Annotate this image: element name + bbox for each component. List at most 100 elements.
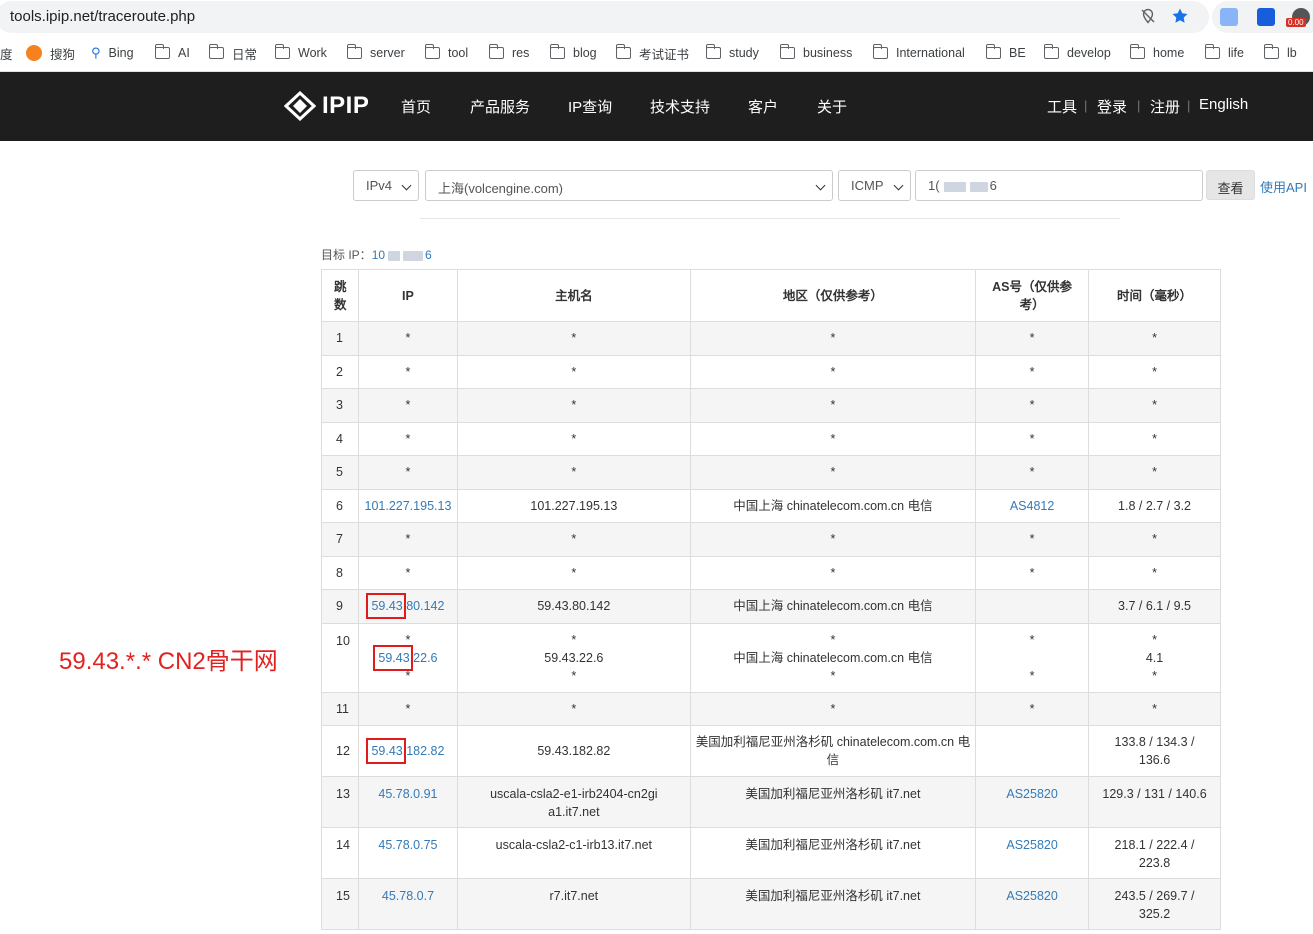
nav-customers[interactable]: 客户 [748, 96, 778, 117]
ip-cell: 45.78.0.91 [357, 776, 458, 828]
ip-link[interactable]: 59.43.80.142 [366, 593, 444, 620]
url-text[interactable]: tools.ipip.net/traceroute.php [10, 8, 195, 25]
bookmark-item[interactable]: develop [1043, 44, 1111, 62]
bookmark-item[interactable]: 日常 [208, 44, 257, 62]
table-row: 4 * * * * * [321, 421, 1221, 456]
bookmark-item[interactable]: business [779, 44, 852, 62]
bookmark-item[interactable]: lb [1263, 44, 1297, 62]
nav-support[interactable]: 技术支持 [650, 96, 710, 117]
bookmark-item[interactable]: 搜狗 [26, 44, 75, 62]
nav-separator: | [1084, 98, 1088, 113]
use-api-link[interactable]: 使用API [1260, 177, 1307, 196]
ip-link[interactable]: 45.78.0.7 [382, 889, 434, 903]
highlight-box: 59.43 [366, 593, 407, 620]
col-region: 地区（仅供参考） [689, 269, 977, 322]
bookmark-item[interactable]: home [1129, 44, 1184, 62]
bookmark-label: AI [178, 46, 190, 60]
ip-link[interactable]: 45.78.0.91 [378, 787, 437, 801]
as-line: * [1029, 632, 1035, 647]
node-select[interactable]: 上海(volcengine.com) [425, 170, 833, 201]
nav-ip-lookup[interactable]: IP查询 [568, 96, 612, 117]
bookmark-item[interactable]: res [488, 44, 529, 62]
ip-link[interactable]: 45.78.0.75 [378, 838, 437, 852]
traceroute-table: 跳数 IP 主机名 地区（仅供参考） AS号（仅供参考） 时间（毫秒） 1 * * *… [321, 269, 1221, 930]
ip-link[interactable]: 59.43.182.82 [366, 738, 444, 764]
col-as: AS号（仅供参考） [975, 269, 1090, 322]
as-link[interactable]: AS25820 [1006, 889, 1057, 903]
ext-badge-icon[interactable]: 0.00 [1286, 8, 1310, 27]
time-cell: * [1088, 455, 1221, 490]
bookmark-item[interactable]: server [346, 44, 405, 62]
nav-home[interactable]: 首页 [401, 96, 431, 117]
ip-version-select[interactable]: IPv4 [353, 170, 419, 201]
col-as-label: AS号（仅供参考） [992, 279, 1073, 312]
ip-link[interactable]: 59.43.22.6 [373, 644, 438, 671]
as-cell: * [975, 421, 1090, 456]
bookmark-item[interactable]: Work [274, 44, 327, 62]
bookmark-item[interactable]: BE [985, 44, 1026, 62]
as-cell [975, 589, 1090, 624]
location-off-icon[interactable] [1138, 6, 1158, 26]
hop-cell: 4 [321, 421, 359, 456]
region-line: * [830, 632, 836, 647]
ip-rest: .22.6 [409, 650, 438, 665]
bookmark-item[interactable]: study [705, 44, 759, 62]
as-link[interactable]: AS4812 [1010, 499, 1054, 513]
region-cell: 美国加利福尼亚州洛杉矶 it7.net [689, 878, 977, 930]
view-button[interactable]: 查看 [1206, 170, 1255, 200]
bitwarden-extension-icon[interactable] [1257, 8, 1275, 26]
bookmark-item[interactable]: life [1204, 44, 1244, 62]
region-cell: 美国加利福尼亚州洛杉矶 it7.net [689, 827, 977, 879]
region-cell: 中国上海 chinatelecom.com.cn 电信 [689, 488, 977, 523]
time-line: * [1152, 668, 1157, 683]
bookmark-item[interactable]: 考试证书 [615, 44, 689, 62]
time-value: 218.1 / 222.4 / 223.8 [1114, 838, 1195, 870]
bookmark-item[interactable]: International [872, 44, 965, 62]
bookmark-item[interactable]: tool [424, 44, 468, 62]
table-header-row: 跳数 IP 主机名 地区（仅供参考） AS号（仅供参考） 时间（毫秒） [321, 269, 1221, 322]
region-cell: * [689, 388, 977, 423]
bookmark-label: Bing [108, 46, 134, 60]
target-ip-label: 目标 IP：10 6 [321, 246, 432, 263]
bookmark-item[interactable]: blog [549, 44, 597, 62]
table-row: 13 45.78.0.91 uscala-csla2-e1-irb2404-cn2g… [321, 776, 1221, 828]
as-link[interactable]: AS25820 [1006, 787, 1057, 801]
nav-products[interactable]: 产品服务 [470, 96, 530, 117]
protocol-select[interactable]: ICMP [838, 170, 911, 201]
as-cell: * [975, 321, 1090, 356]
region-cell: * [689, 522, 977, 557]
site-logo[interactable]: IPIP [284, 91, 369, 121]
hop-cell: 7 [321, 522, 359, 557]
host-cell: 59.43.80.142 [456, 589, 691, 624]
bookmark-label: International [896, 46, 965, 60]
translate-extension-icon[interactable] [1220, 8, 1238, 26]
target-ip-input[interactable]: 1(6 [915, 170, 1203, 201]
redaction-block [943, 181, 966, 192]
nav-tools[interactable]: 工具 [1047, 96, 1077, 117]
hop-cell: 12 [321, 725, 359, 777]
ip-link[interactable]: 101.227.195.13 [365, 499, 452, 513]
chevron-down-icon [893, 180, 904, 191]
bookmark-item[interactable]: 度 [0, 44, 13, 62]
ip-cell: * [357, 455, 458, 490]
hop-cell: 8 [321, 555, 359, 590]
nav-about[interactable]: 关于 [817, 96, 847, 117]
bookmark-label: blog [573, 46, 597, 60]
nav-register[interactable]: 注册 [1150, 96, 1180, 117]
nav-english[interactable]: English [1199, 96, 1248, 113]
nav-login[interactable]: 登录 [1097, 96, 1127, 117]
table-row: 11 * * * * * [321, 691, 1221, 726]
bookmark-item[interactable]: ⚲ Bing [91, 44, 134, 62]
bookmark-item[interactable]: AI [154, 44, 190, 62]
as-link[interactable]: AS25820 [1006, 838, 1057, 852]
as-cell: * [975, 354, 1090, 389]
bookmark-star-icon[interactable] [1170, 6, 1190, 26]
table-row: 12 59.43.182.82 59.43.182.82 美国加利福尼亚州洛杉矶 ch… [321, 725, 1221, 777]
address-bar[interactable]: tools.ipip.net/traceroute.php [0, 1, 1209, 33]
folder-icon [872, 44, 888, 59]
time-cell: 243.5 / 269.7 / 325.2 [1088, 878, 1221, 930]
region-cell: 美国加利福尼亚州洛杉矶 it7.net [689, 776, 977, 828]
time-cell: * [1088, 691, 1221, 726]
ip-cell: * [357, 354, 458, 389]
ip-cell: * [357, 321, 458, 356]
